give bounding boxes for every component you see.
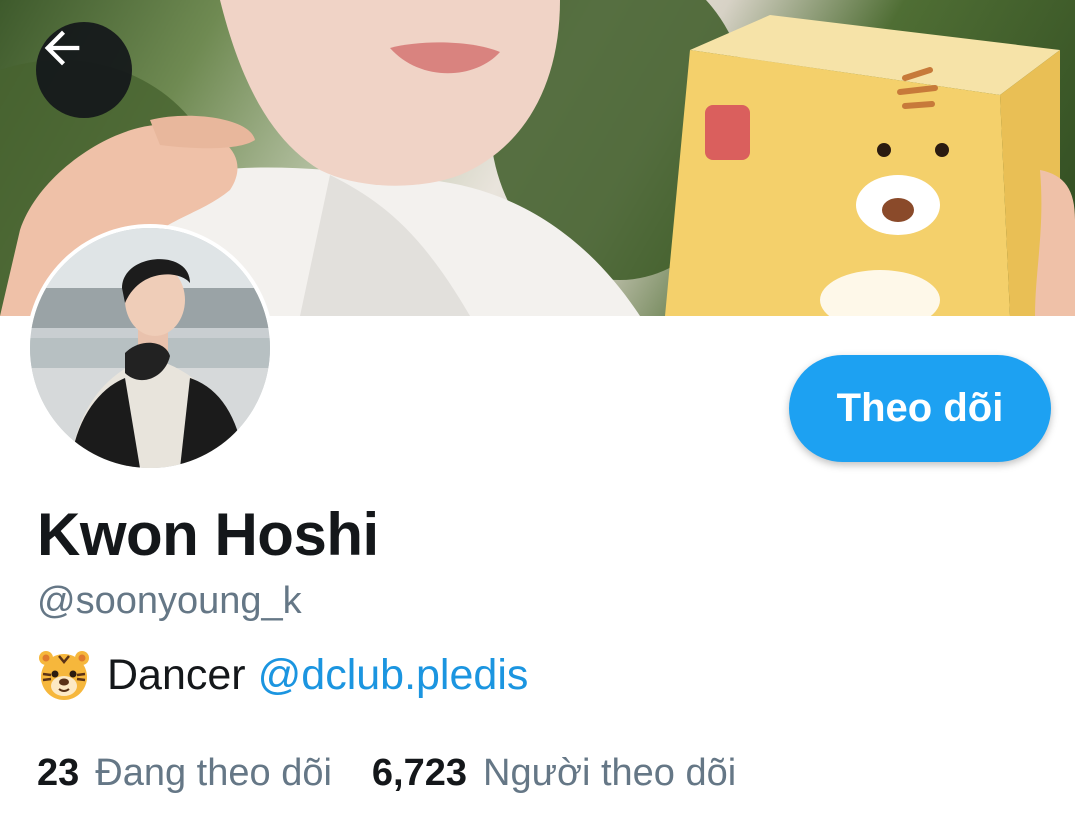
followers-stat[interactable]: 6,723 Người theo dõi [372, 752, 736, 795]
avatar[interactable] [26, 224, 274, 472]
followers-count: 6,723 [371, 752, 468, 794]
display-name: Kwon Hoshi [37, 501, 379, 568]
tiger-face-icon [39, 651, 89, 700]
following-label: Đang theo dõi [95, 752, 332, 794]
bio: Dancer @dclub.pledis [37, 648, 528, 702]
profile-page: Theo dõi Kwon Hoshi @soonyoung_k Dancer … [0, 0, 1075, 822]
following-stat[interactable]: 23 Đang theo dõi [37, 752, 332, 795]
profile-stats: 23 Đang theo dõi 6,723 Người theo dõi [37, 752, 736, 795]
user-handle: @soonyoung_k [37, 580, 302, 622]
arrow-left-icon [44, 30, 80, 66]
avatar-image [30, 228, 270, 468]
bio-text: Dancer [107, 650, 246, 699]
followers-label: Người theo dõi [483, 752, 737, 794]
follow-button[interactable]: Theo dõi [789, 355, 1051, 462]
bio-mention-link[interactable]: @dclub.pledis [258, 651, 529, 700]
following-count: 23 [37, 752, 80, 794]
back-button[interactable] [36, 22, 132, 118]
